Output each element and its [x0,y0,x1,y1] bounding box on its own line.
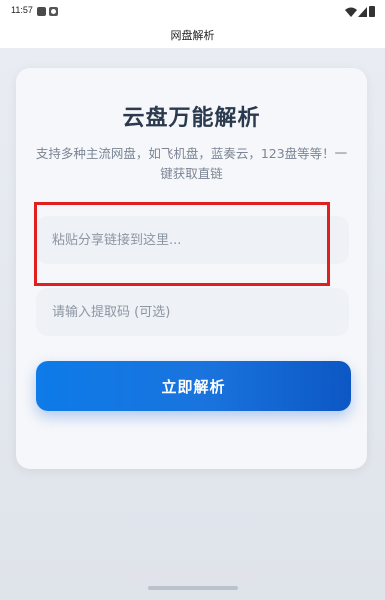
battery-icon [369,6,375,17]
parse-card: 云盘万能解析 支持多种主流网盘，如飞机盘，蓝奏云，123盘等等！一键获取直链 立… [16,68,367,469]
page-title: 云盘万能解析 [122,106,261,131]
parse-now-button[interactable]: 立即解析 [36,361,351,411]
wifi-icon [345,7,357,17]
page-subtitle: 支持多种主流网盘，如飞机盘，蓝奏云，123盘等等！一键获取直链 [35,146,348,181]
app-bar: 网盘解析 [0,24,385,48]
gesture-nav-handle[interactable] [148,586,238,590]
extract-code-input[interactable] [36,288,349,336]
share-link-field [36,216,349,264]
page-background: 云盘万能解析 支持多种主流网盘，如飞机盘，蓝奏云，123盘等等！一键获取直链 立… [0,48,385,600]
status-bar: 11:57 [0,0,385,24]
signal-icon [358,7,367,17]
app-notification-icon [49,7,58,16]
extract-code-field [36,288,349,336]
status-time: 11:57 [11,5,33,15]
share-link-input[interactable] [36,216,349,264]
app-bar-title: 网盘解析 [170,29,215,42]
app-notification-icon [37,7,46,16]
